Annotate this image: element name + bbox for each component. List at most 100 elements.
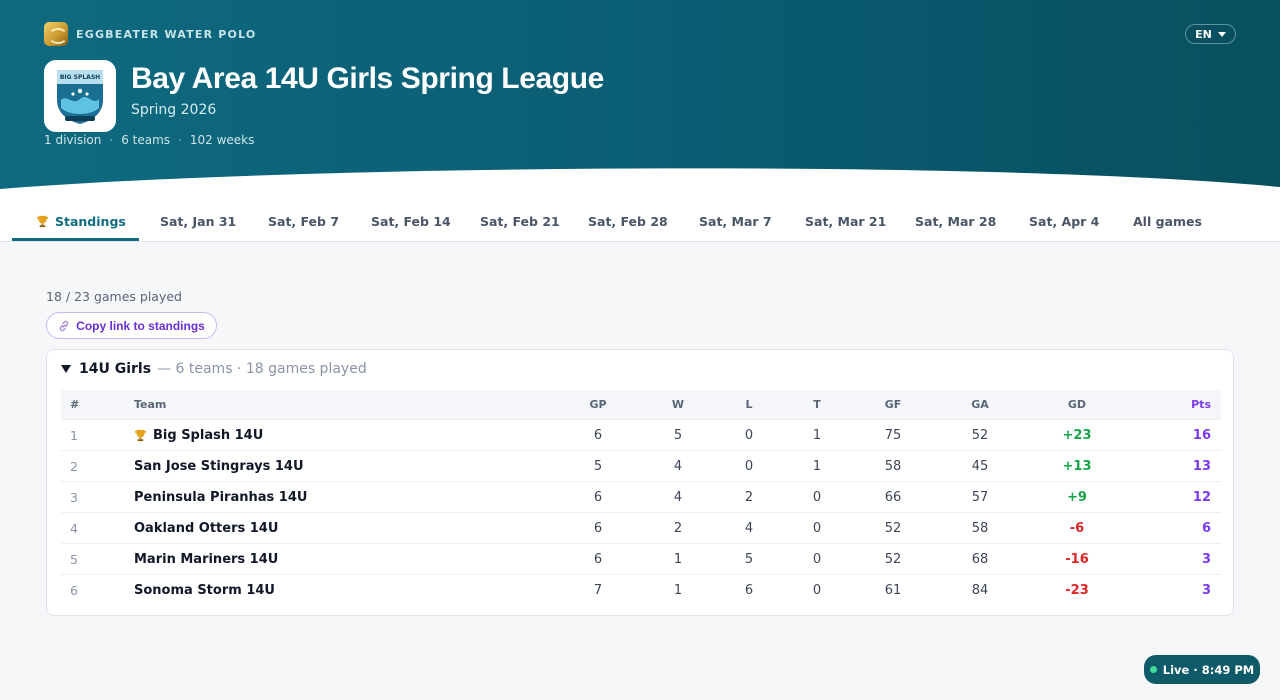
separator-dot: · — [109, 133, 114, 147]
l-cell: 2 — [744, 490, 754, 505]
rank-cell: 2 — [70, 459, 78, 474]
pts-cell: 6 — [1201, 521, 1211, 536]
ga-cell: 57 — [971, 490, 989, 505]
tab-sat-feb-7[interactable]: Sat, Feb 7 — [268, 200, 339, 242]
tab-sat-mar-21[interactable]: Sat, Mar 21 — [805, 200, 886, 242]
gf-cell: 66 — [884, 490, 902, 505]
table-row[interactable]: 4 Oakland Otters 14U 6 2 4 0 52 58 -6 6 — [61, 512, 1221, 543]
league-meta: 1 division · 6 teams · 102 weeks — [44, 133, 254, 147]
gp-cell: 6 — [593, 428, 603, 443]
l-cell: 6 — [744, 583, 754, 598]
tab-sat-jan-31[interactable]: Sat, Jan 31 — [160, 200, 236, 242]
standings-header-row: # Team GP W L T GF GA GD Pts — [61, 390, 1221, 419]
ga-cell: 84 — [971, 583, 989, 598]
column-header-ga: GA — [971, 398, 989, 411]
league-logo: BIG SPLASH — [44, 60, 116, 132]
w-cell: 4 — [673, 459, 683, 474]
gd-cell: -6 — [1069, 521, 1085, 536]
rank-cell: 5 — [70, 552, 78, 567]
pts-cell: 3 — [1201, 552, 1211, 567]
rank-cell: 1 — [70, 428, 78, 443]
column-header-t: T — [813, 398, 821, 411]
tab-sat-feb-14[interactable]: Sat, Feb 14 — [371, 200, 451, 242]
copy-link-button[interactable]: Copy link to standings — [46, 312, 217, 339]
tab-sat-mar-7[interactable]: Sat, Mar 7 — [699, 200, 772, 242]
tab-sat-apr-4[interactable]: Sat, Apr 4 — [1029, 200, 1099, 242]
rank-cell: 6 — [70, 583, 78, 598]
gp-cell: 6 — [593, 490, 603, 505]
tab-label: Standings — [55, 213, 126, 229]
team-count: 6 teams — [121, 133, 171, 147]
tab-sat-feb-21[interactable]: Sat, Feb 21 — [480, 200, 560, 242]
team-cell: Big Splash 14U — [134, 420, 263, 451]
gp-cell: 5 — [593, 459, 603, 474]
team-name: Big Splash 14U — [153, 428, 264, 443]
brand[interactable]: EGGBEATER WATER POLO — [44, 22, 256, 46]
w-cell: 1 — [673, 583, 683, 598]
team-name: Sonoma Storm 14U — [134, 583, 275, 598]
column-header-w: W — [671, 398, 685, 411]
t-cell: 1 — [812, 459, 822, 474]
gd-cell: -16 — [1065, 552, 1089, 567]
trophy-icon — [134, 429, 147, 442]
table-row[interactable]: 3 Peninsula Piranhas 14U 6 4 2 0 66 57 +… — [61, 481, 1221, 512]
t-cell: 0 — [812, 521, 822, 536]
column-header-gd: GD — [1067, 398, 1087, 411]
l-cell: 0 — [744, 428, 754, 443]
team-name: Oakland Otters 14U — [134, 521, 279, 536]
ga-cell: 58 — [971, 521, 989, 536]
link-icon — [59, 320, 69, 331]
table-row[interactable]: 1 Big Splash 14U 6 5 0 1 75 52 +23 16 — [61, 419, 1221, 450]
gp-cell: 7 — [593, 583, 603, 598]
table-row[interactable]: 5 Marin Mariners 14U 6 1 5 0 52 68 -16 3 — [61, 543, 1221, 574]
gp-cell: 6 — [593, 521, 603, 536]
live-label: Live · 8:49 PM — [1162, 662, 1255, 677]
column-header-gf: GF — [884, 398, 902, 411]
l-cell: 4 — [744, 521, 754, 536]
division-standings-card: 14U Girls — 6 teams · 18 games played # … — [46, 349, 1234, 616]
gp-cell: 6 — [593, 552, 603, 567]
division-toggle[interactable]: 14U Girls — 6 teams · 18 games played — [61, 361, 367, 377]
gf-cell: 61 — [884, 583, 902, 598]
logo-lettering: BIG SPLASH — [60, 74, 100, 81]
l-cell: 0 — [744, 459, 754, 474]
table-row[interactable]: 6 Sonoma Storm 14U 7 1 6 0 61 84 -23 3 — [61, 574, 1221, 605]
t-cell: 0 — [812, 552, 822, 567]
team-name: Marin Mariners 14U — [134, 552, 279, 567]
gf-cell: 75 — [884, 428, 902, 443]
rank-cell: 4 — [70, 521, 78, 536]
gf-cell: 58 — [884, 459, 902, 474]
w-cell: 5 — [673, 428, 683, 443]
division-name: 14U Girls — [79, 361, 152, 377]
brand-name: EGGBEATER WATER POLO — [76, 27, 257, 41]
column-header-rank: # — [70, 398, 80, 411]
water-polo-ball-icon — [44, 22, 68, 46]
column-header-l: L — [745, 398, 753, 411]
team-name: San Jose Stingrays 14U — [134, 459, 304, 474]
tab-all-games[interactable]: All games — [1133, 200, 1202, 242]
w-cell: 1 — [673, 552, 683, 567]
column-header-gp: GP — [589, 398, 607, 411]
l-cell: 5 — [744, 552, 754, 567]
gd-cell: -23 — [1065, 583, 1089, 598]
table-row[interactable]: 2 San Jose Stingrays 14U 5 4 0 1 58 45 +… — [61, 450, 1221, 481]
live-status-badge[interactable]: Live · 8:49 PM — [1144, 655, 1260, 684]
separator-dot: · — [178, 133, 182, 147]
team-name: Peninsula Piranhas 14U — [134, 490, 308, 505]
division-count: 1 division — [44, 133, 102, 147]
division-meta: — 6 teams · 18 games played — [157, 361, 367, 377]
language-selector[interactable]: EN — [1185, 24, 1236, 44]
tab-sat-mar-28[interactable]: Sat, Mar 28 — [915, 200, 996, 242]
date-tabs: Standings Sat, Jan 31 Sat, Feb 7 Sat, Fe… — [0, 200, 1280, 242]
gf-cell: 52 — [884, 521, 902, 536]
tab-sat-feb-28[interactable]: Sat, Feb 28 — [588, 200, 668, 242]
live-indicator-dot — [1149, 666, 1157, 673]
caret-down-icon — [61, 365, 71, 373]
t-cell: 1 — [812, 428, 822, 443]
w-cell: 4 — [673, 490, 683, 505]
pts-cell: 12 — [1192, 490, 1211, 505]
tab-standings[interactable]: Standings — [36, 200, 126, 242]
pts-cell: 13 — [1192, 459, 1211, 474]
active-tab-indicator — [12, 238, 139, 241]
ga-cell: 45 — [971, 459, 989, 474]
